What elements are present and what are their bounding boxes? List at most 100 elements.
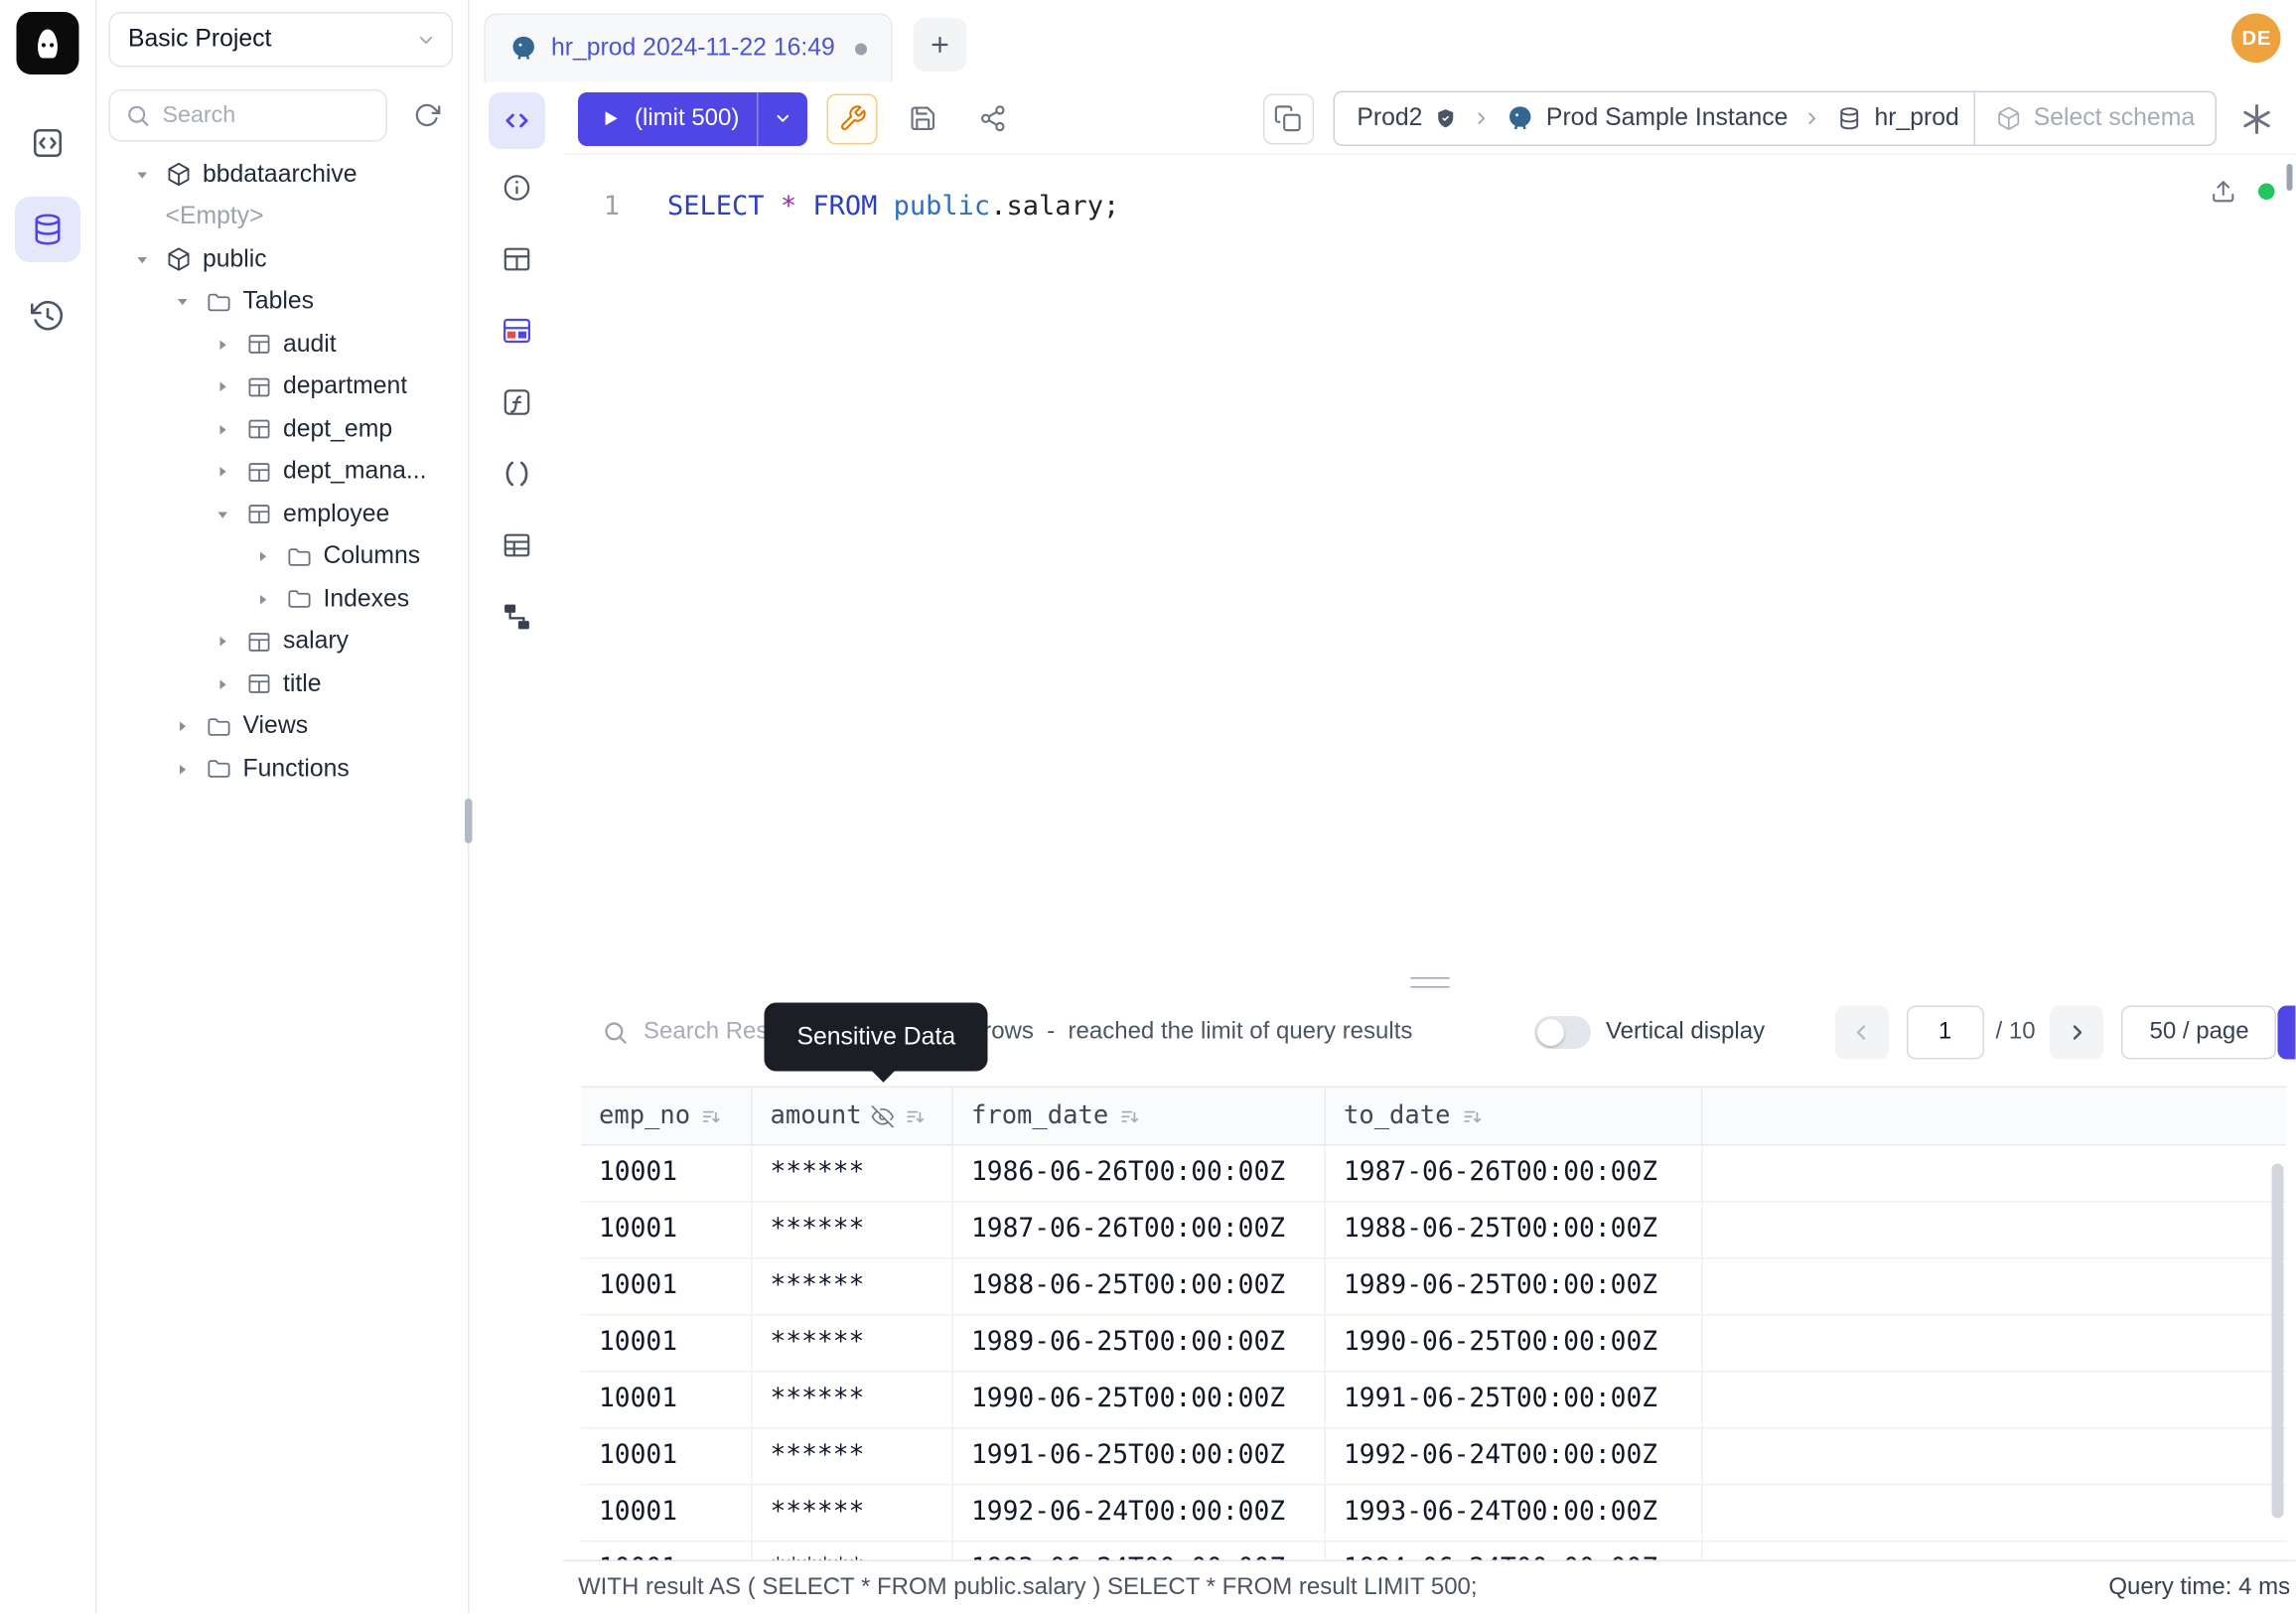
table-cell[interactable]: 1989-06-25T00:00:00Z <box>953 1316 1326 1373</box>
tab-hr-prod[interactable]: hr_prod 2024-11-22 16:49 <box>485 14 892 82</box>
next-page-button[interactable] <box>2051 1006 2104 1060</box>
table-cell[interactable]: ****** <box>753 1146 954 1203</box>
caret-right-icon[interactable] <box>255 548 276 565</box>
table-cell[interactable]: 1987-06-26T00:00:00Z <box>953 1203 1326 1259</box>
column-header-from_date[interactable]: from_date <box>953 1088 1326 1144</box>
tree-item-views[interactable]: Views <box>109 705 454 748</box>
table-cell[interactable] <box>1703 1429 2288 1486</box>
export-button[interactable] <box>2278 1006 2296 1060</box>
refresh-icon[interactable] <box>399 89 453 142</box>
caret-right-icon[interactable] <box>215 634 235 651</box>
breadcrumb-instance[interactable]: Prod Sample Instance <box>1491 92 1802 145</box>
table-cell[interactable]: 1992-06-24T00:00:00Z <box>1326 1429 1703 1486</box>
caret-down-icon[interactable] <box>215 507 235 523</box>
sort-icon[interactable] <box>701 1104 724 1127</box>
tree-item-columns[interactable]: Columns <box>109 535 454 578</box>
table-cell[interactable]: 1993-06-24T00:00:00Z <box>953 1542 1326 1560</box>
table-cell[interactable] <box>1703 1203 2288 1259</box>
sql-editor-icon[interactable] <box>488 92 544 149</box>
table-list-icon[interactable] <box>496 524 537 566</box>
table-cell[interactable]: 10001 <box>581 1542 753 1560</box>
caret-right-icon[interactable] <box>215 676 235 693</box>
editor-scrollbar[interactable] <box>2287 164 2293 191</box>
rail-database-icon[interactable] <box>15 197 80 262</box>
select-schema-button[interactable]: Select schema <box>1974 92 2216 145</box>
caret-right-icon[interactable] <box>215 378 235 395</box>
avatar[interactable]: DE <box>2232 14 2282 64</box>
column-header-to_date[interactable]: to_date <box>1326 1088 1703 1144</box>
caret-down-icon[interactable] <box>175 294 196 311</box>
table-cell[interactable]: 10001 <box>581 1486 753 1542</box>
table-scrollbar[interactable] <box>2272 1164 2284 1519</box>
function-icon[interactable] <box>496 381 537 423</box>
table-cell[interactable]: 1987-06-26T00:00:00Z <box>1326 1146 1703 1203</box>
rail-worksheet-icon[interactable] <box>15 110 80 176</box>
format-sql-button[interactable] <box>827 93 878 144</box>
tree-item-dept-emp[interactable]: dept_emp <box>109 408 454 451</box>
save-button[interactable] <box>897 93 947 144</box>
tree-item-department[interactable]: department <box>109 366 454 408</box>
table-cell[interactable]: 10001 <box>581 1203 753 1259</box>
tree-item-salary[interactable]: salary <box>109 621 454 663</box>
sql-editor[interactable]: 1 SELECT * FROM public.salary; <box>563 155 2296 973</box>
table-panel-icon[interactable] <box>496 238 537 280</box>
sort-icon[interactable] <box>905 1104 928 1127</box>
table-cell[interactable]: 1991-06-25T00:00:00Z <box>953 1429 1326 1486</box>
column-header-amount[interactable]: amount <box>753 1088 954 1144</box>
sort-icon[interactable] <box>1461 1104 1484 1127</box>
table-cell[interactable]: 10001 <box>581 1146 753 1203</box>
breadcrumb-environment[interactable]: Prod2 <box>1335 92 1472 145</box>
table-cell[interactable]: 1990-06-25T00:00:00Z <box>1326 1316 1703 1373</box>
table-cell[interactable]: ****** <box>753 1486 954 1542</box>
table-cell[interactable] <box>1703 1259 2288 1316</box>
run-query-button[interactable]: (limit 500) <box>578 91 757 145</box>
table-cell[interactable]: ****** <box>753 1429 954 1486</box>
table-cell[interactable]: ****** <box>753 1203 954 1259</box>
table-cell[interactable]: 10001 <box>581 1316 753 1373</box>
caret-right-icon[interactable] <box>215 464 235 481</box>
table-cell[interactable]: ****** <box>753 1259 954 1316</box>
ai-assistant-icon[interactable] <box>2236 97 2278 139</box>
sidebar-resize-handle[interactable] <box>465 799 473 843</box>
brackets-icon[interactable] <box>496 453 537 495</box>
table-cell[interactable]: 1988-06-25T00:00:00Z <box>1326 1203 1703 1259</box>
caret-right-icon[interactable] <box>215 421 235 438</box>
table-cell[interactable]: 1989-06-25T00:00:00Z <box>1326 1259 1703 1316</box>
tree-item-functions[interactable]: Functions <box>109 748 454 791</box>
table-cell[interactable]: ****** <box>753 1542 954 1560</box>
tree-item-title[interactable]: title <box>109 663 454 706</box>
share-button[interactable] <box>967 93 1018 144</box>
run-button[interactable]: (limit 500) <box>578 91 807 145</box>
panel-resize-handle[interactable] <box>563 973 2296 991</box>
new-tab-button[interactable] <box>913 18 966 72</box>
table-cell[interactable] <box>1703 1146 2288 1203</box>
vertical-display-toggle[interactable] <box>1534 1016 1591 1049</box>
table-cell[interactable]: 1991-06-25T00:00:00Z <box>1326 1373 1703 1429</box>
schema-diagram-icon[interactable] <box>496 596 537 638</box>
table-cell[interactable] <box>1703 1542 2288 1560</box>
rail-history-icon[interactable] <box>15 283 80 349</box>
copy-connection-button[interactable] <box>1263 93 1314 144</box>
sort-icon[interactable] <box>1119 1104 1142 1127</box>
table-cell[interactable]: 10001 <box>581 1429 753 1486</box>
tree-item-tables[interactable]: Tables <box>109 281 454 324</box>
er-diagram-icon[interactable] <box>496 310 537 352</box>
breadcrumb-database[interactable]: hr_prod <box>1822 92 1974 145</box>
upload-sheet-icon[interactable] <box>2212 179 2237 205</box>
tree-item-audit[interactable]: audit <box>109 324 454 367</box>
tree-item-indexes[interactable]: Indexes <box>109 578 454 621</box>
table-cell[interactable]: 1994-06-24T00:00:00Z <box>1326 1542 1703 1560</box>
table-cell[interactable]: 10001 <box>581 1259 753 1316</box>
table-cell[interactable] <box>1703 1486 2288 1542</box>
table-cell[interactable]: ****** <box>753 1373 954 1429</box>
tree-item-public[interactable]: public <box>109 238 454 281</box>
column-header-emp_no[interactable]: emp_no <box>581 1088 753 1144</box>
table-cell[interactable]: 10001 <box>581 1373 753 1429</box>
info-icon[interactable] <box>496 167 537 209</box>
table-cell[interactable]: 1990-06-25T00:00:00Z <box>953 1373 1326 1429</box>
table-cell[interactable] <box>1703 1316 2288 1373</box>
caret-right-icon[interactable] <box>255 591 276 608</box>
table-cell[interactable]: ****** <box>753 1316 954 1373</box>
caret-right-icon[interactable] <box>215 337 235 354</box>
project-select[interactable]: Basic Project <box>109 12 454 68</box>
